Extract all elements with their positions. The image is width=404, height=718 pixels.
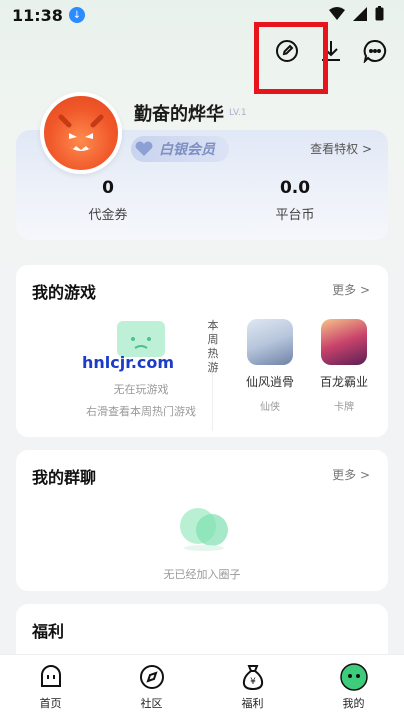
nav-community[interactable]: 社区 (101, 655, 202, 718)
status-time: 11:38 (12, 5, 63, 25)
signal-icon (353, 6, 367, 21)
home-icon (37, 663, 65, 691)
platform-coin-label: 平台币 (275, 208, 315, 223)
my-games-card: 我的游戏 更多 > 无在玩游戏 右滑查看本周热门游戏 hnlcjr.com 本周… (16, 265, 388, 437)
status-indicators (329, 6, 384, 21)
wifi-icon (329, 6, 345, 20)
my-groups-more-link[interactable]: 更多 > (332, 466, 370, 483)
game-item-bailong[interactable]: 百龙霸业 卡牌 (314, 319, 374, 413)
level-badge: LV.1 (229, 108, 247, 118)
my-groups-title: 我的群聊 (32, 468, 97, 487)
chat-bubble-icon (363, 39, 387, 63)
nav-welfare[interactable]: ¥ 福利 (202, 655, 303, 718)
watermark-text: hnlcjr.com (82, 353, 175, 372)
game-category: 卡牌 (334, 402, 354, 413)
no-groups-text: 无已经加入圈子 (163, 568, 241, 581)
voucher-value: 0 (102, 178, 114, 198)
pumpkin-avatar-icon (58, 114, 104, 151)
nav-label: 首页 (39, 697, 62, 710)
bottom-navigation: 首页 社区 ¥ 福利 我的 (0, 654, 404, 718)
voucher-label: 代金券 (88, 208, 128, 223)
messages-button[interactable] (362, 38, 388, 64)
game-icon (247, 319, 293, 365)
my-games-more-link[interactable]: 更多 > (332, 281, 370, 298)
nav-mine[interactable]: 我的 (303, 655, 404, 718)
empty-groups-illustration (176, 504, 232, 556)
game-name: 仙风逍骨 (245, 375, 294, 389)
nav-label: 我的 (342, 697, 365, 710)
game-name: 百龙霸业 (319, 375, 368, 389)
compass-icon (138, 663, 166, 691)
nav-home[interactable]: 首页 (0, 655, 101, 718)
game-category: 仙侠 (260, 402, 280, 413)
avatar[interactable] (40, 92, 122, 174)
username: 勤奋的烨华 (134, 104, 224, 125)
platform-coin-value: 0.0 (279, 178, 311, 198)
voucher-stat[interactable]: 0 代金券 (48, 178, 168, 223)
my-games-title: 我的游戏 (32, 283, 97, 302)
my-groups-card: 我的群聊 更多 > 无已经加入圈子 (16, 450, 388, 591)
svg-text:¥: ¥ (250, 677, 256, 687)
profile-face-icon (339, 663, 368, 691)
platform-coin-stat[interactable]: 0.0 平台币 (235, 178, 355, 223)
nav-label: 社区 (140, 697, 163, 710)
no-games-text: 无在玩游戏 (113, 383, 169, 396)
money-bag-icon: ¥ (239, 663, 267, 691)
view-privileges-link[interactable]: 查看特权 > (310, 140, 372, 157)
game-item-xianfeng[interactable]: 仙风逍骨 仙侠 (240, 319, 300, 413)
status-bar: 11:38 ↓ (0, 0, 404, 30)
welfare-title: 福利 (32, 622, 65, 641)
battery-icon (375, 6, 384, 21)
vip-badge: 白银会员 (131, 136, 229, 162)
download-notification-icon: ↓ (68, 7, 85, 23)
vip-heart-icon (135, 141, 153, 156)
vip-label: 白银会员 (159, 142, 215, 158)
swipe-hint-text: 右滑查看本周热门游戏 (86, 405, 196, 418)
weekly-hot-label: 本周热游 (207, 319, 219, 374)
nav-label: 福利 (241, 697, 264, 710)
game-icon (321, 319, 367, 365)
chat-bubbles-icon (180, 508, 228, 551)
highlight-annotation-box (254, 22, 328, 94)
